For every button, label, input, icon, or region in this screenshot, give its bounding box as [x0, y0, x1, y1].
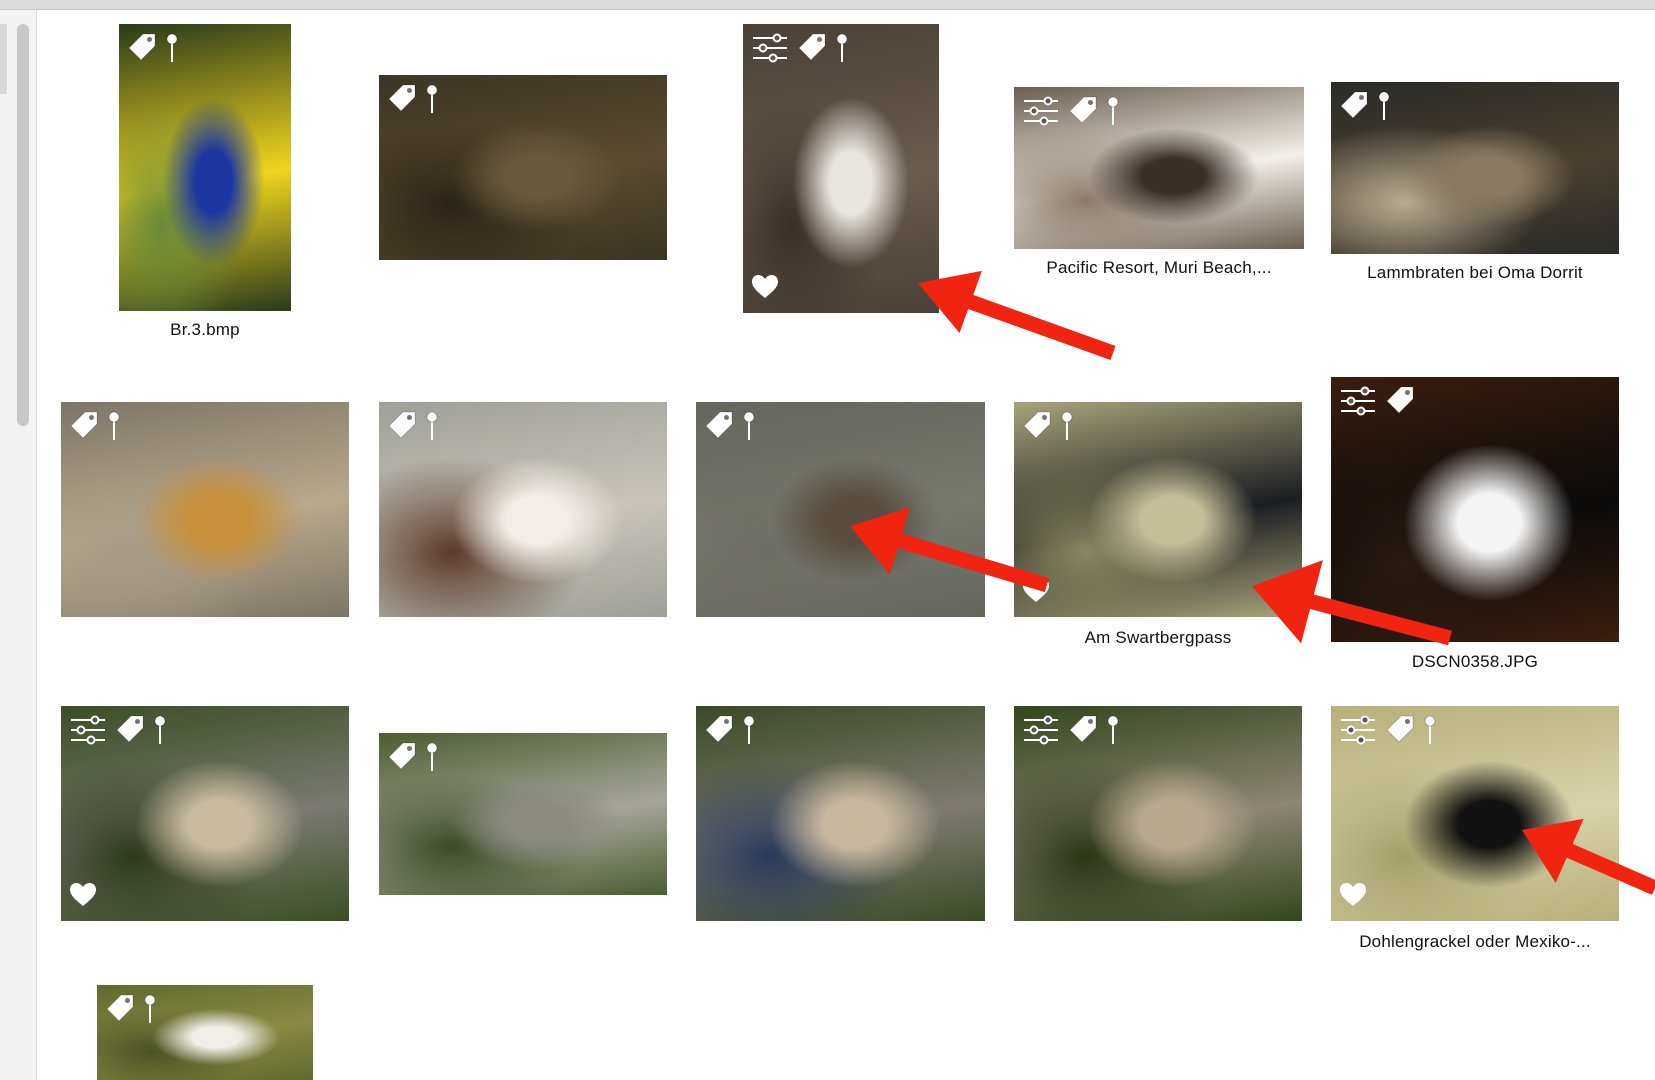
location-pin-icon — [107, 410, 121, 442]
location-pin-icon — [1106, 95, 1120, 127]
keyword-tag-icon — [1068, 714, 1098, 744]
location-pin-icon — [425, 741, 439, 773]
badge-icons — [387, 410, 439, 442]
badge-icons — [1022, 95, 1120, 127]
photo-thumbnail[interactable] — [379, 75, 667, 260]
badge-icons — [387, 741, 439, 773]
photo-image — [743, 24, 939, 313]
photo-thumbnail[interactable] — [379, 402, 667, 617]
badge-icons — [1339, 385, 1415, 417]
badge-icons — [1022, 410, 1074, 442]
badge-icons — [751, 32, 849, 64]
badge-icons — [69, 714, 167, 746]
keyword-tag-icon — [115, 714, 145, 744]
keyword-tag-icon — [127, 32, 157, 62]
favorite-heart-icon[interactable] — [751, 274, 779, 305]
keyword-tag-icon — [387, 83, 417, 113]
photo-caption: DSCN0358.JPG — [1411, 652, 1539, 671]
location-pin-icon — [742, 714, 756, 746]
photo-thumbnail[interactable] — [61, 402, 349, 617]
adjustments-icon — [1339, 714, 1377, 746]
photo-thumbnail[interactable] — [743, 24, 939, 313]
photo-thumbnail[interactable] — [1014, 706, 1302, 921]
badge-icons — [69, 410, 121, 442]
photo-caption: Lammbraten bei Oma Dorrit — [1367, 263, 1583, 282]
favorite-heart-icon[interactable] — [1339, 882, 1367, 913]
keyword-tag-icon — [1339, 90, 1369, 120]
photo-thumbnail[interactable] — [1331, 82, 1619, 254]
photo-thumbnail[interactable] — [97, 985, 313, 1080]
photo-thumbnail[interactable] — [379, 733, 667, 895]
adjustments-icon — [1339, 385, 1377, 417]
keyword-tag-icon — [105, 993, 135, 1023]
location-pin-icon — [143, 993, 157, 1025]
photo-thumbnail[interactable] — [1014, 402, 1302, 617]
photo-caption: Dohlengrackel oder Mexiko-... — [1359, 932, 1591, 951]
keyword-tag-icon — [704, 714, 734, 744]
location-pin-icon — [425, 83, 439, 115]
badge-icons — [127, 32, 179, 64]
adjustments-icon — [69, 714, 107, 746]
keyword-tag-icon — [797, 32, 827, 62]
photo-thumbnail[interactable] — [1331, 377, 1619, 642]
sidebar-edge — [0, 10, 37, 1080]
badge-icons — [1339, 90, 1391, 122]
photo-thumbnail[interactable] — [1014, 87, 1304, 249]
window-top-edge — [0, 0, 1655, 10]
badge-icons — [1022, 714, 1120, 746]
keyword-tag-icon — [1385, 385, 1415, 415]
photo-caption: Pacific Resort, Muri Beach,... — [1046, 258, 1272, 277]
adjustments-icon — [751, 32, 789, 64]
location-pin-icon — [425, 410, 439, 442]
keyword-tag-icon — [1022, 410, 1052, 440]
photo-thumbnail[interactable] — [696, 706, 985, 921]
keyword-tag-icon — [69, 410, 99, 440]
sidebar-handle[interactable] — [0, 24, 7, 94]
location-pin-icon — [1106, 714, 1120, 746]
photo-caption: Br.3.bmp — [170, 320, 240, 339]
favorite-heart-icon[interactable] — [1022, 578, 1050, 609]
location-pin-icon — [835, 32, 849, 64]
keyword-tag-icon — [704, 410, 734, 440]
annotation-arrow-1 — [918, 270, 1116, 361]
badge-icons — [704, 410, 756, 442]
location-pin-icon — [742, 410, 756, 442]
adjustments-icon — [1022, 714, 1060, 746]
location-pin-icon — [165, 32, 179, 64]
location-pin-icon — [1377, 90, 1391, 122]
favorite-heart-icon[interactable] — [69, 882, 97, 913]
photo-caption: Am Swartbergpass — [1084, 628, 1232, 647]
keyword-tag-icon — [387, 410, 417, 440]
location-pin-icon — [1423, 714, 1437, 746]
vertical-scrollbar[interactable] — [17, 24, 29, 426]
photo-thumbnail[interactable] — [61, 706, 349, 921]
location-pin-icon — [153, 714, 167, 746]
badge-icons — [1339, 714, 1437, 746]
keyword-tag-icon — [1385, 714, 1415, 744]
badge-icons — [387, 83, 439, 115]
badge-icons — [105, 993, 157, 1025]
keyword-tag-icon — [387, 741, 417, 771]
badge-icons — [704, 714, 756, 746]
location-pin-icon — [1060, 410, 1074, 442]
photo-thumbnail[interactable] — [696, 402, 985, 617]
photo-thumbnail[interactable] — [119, 24, 291, 311]
adjustments-icon — [1022, 95, 1060, 127]
keyword-tag-icon — [1068, 95, 1098, 125]
photo-image — [119, 24, 291, 311]
photo-thumbnail[interactable] — [1331, 706, 1619, 921]
